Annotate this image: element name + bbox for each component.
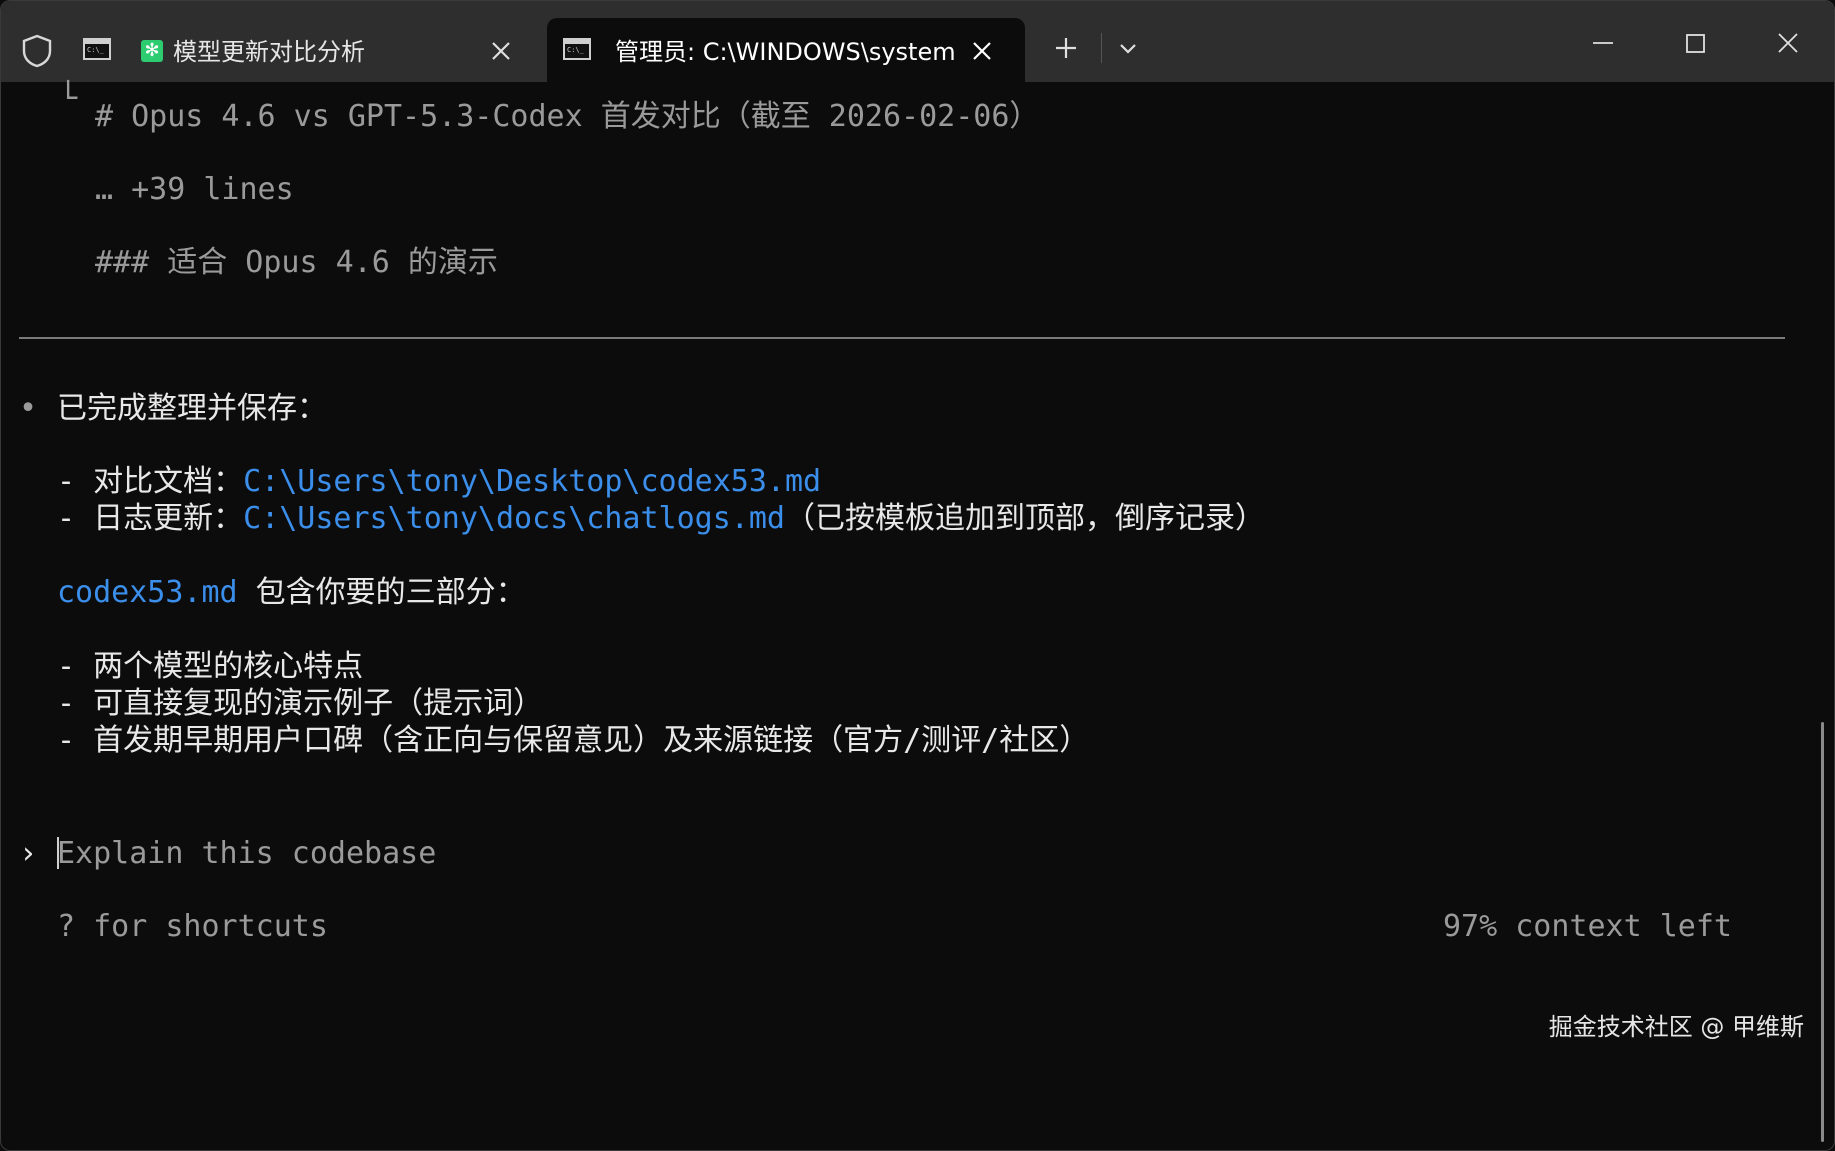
file-summary: codex53.md 包含你要的三部分： (57, 574, 526, 612)
list-item: - 日志更新：C:\Users\tony\docs\chatlogs.md（已按… (57, 500, 1265, 538)
list-item-label: - 日志更新： (57, 501, 244, 536)
prompt-caret: › (19, 836, 38, 871)
list-item: - 两个模型的核心特点 (57, 649, 364, 684)
tab-title: 模型更新对比分析 (173, 38, 365, 66)
terminal-icon: C:\_ (563, 38, 591, 60)
file-path-link[interactable]: C:\Users\tony\Desktop\codex53.md (243, 464, 821, 499)
divider (1101, 33, 1102, 63)
minimize-icon[interactable] (1581, 23, 1625, 63)
svg-text:C:\_: C:\_ (87, 46, 105, 54)
context-remaining: 97% context left (1443, 909, 1732, 944)
scrollbar[interactable] (1821, 722, 1824, 1142)
close-tab-icon[interactable] (965, 34, 999, 68)
prompt-input[interactable]: Explain this codebase (57, 835, 436, 873)
file-description: 包含你要的三部分： (237, 575, 526, 610)
watermark: 掘金技术社区 @ 甲维斯 (1548, 1013, 1804, 1041)
terminal-window: C:\_ ✻ 模型更新对比分析 C:\_ 管理员: C:\WINDOWS\sys… (0, 0, 1835, 1151)
terminal-output[interactable]: └ # Opus 4.6 vs GPT-5.3-Codex 首发对比（截至 20… (1, 81, 1834, 1150)
file-path-link[interactable]: C:\Users\tony\docs\chatlogs.md (243, 501, 785, 536)
tab-title: 管理员: C:\WINDOWS\system (615, 38, 956, 66)
svg-text:C:\_: C:\_ (567, 46, 585, 54)
list-item: - 可直接复现的演示例子（提示词） (57, 686, 544, 721)
new-tab-icon[interactable] (1049, 31, 1083, 65)
divider (19, 337, 1785, 339)
list-item: - 首发期早期用户口碑（含正向与保留意见）及来源链接（官方/测评/社区） (57, 723, 1090, 758)
chevron-down-icon[interactable] (1111, 31, 1145, 65)
file-name[interactable]: codex53.md (57, 575, 238, 610)
status-icon: ✻ (141, 40, 163, 62)
shortcuts-hint: ? for shortcuts (57, 909, 328, 944)
tab-model-comparison[interactable]: C:\_ ✻ 模型更新对比分析 (71, 18, 541, 82)
prompt-placeholder: Explain this codebase (57, 836, 437, 871)
maximize-icon[interactable] (1673, 23, 1717, 63)
tree-connector: └ (59, 81, 78, 116)
output-subheading: ### 适合 Opus 4.6 的演示 (95, 245, 498, 280)
title-bar: C:\_ ✻ 模型更新对比分析 C:\_ 管理员: C:\WINDOWS\sys… (1, 1, 1834, 82)
response-intro: 已完成整理并保存： (57, 391, 327, 426)
terminal-icon: C:\_ (83, 38, 111, 60)
close-icon[interactable] (1766, 23, 1810, 63)
close-tab-icon[interactable] (484, 34, 518, 68)
collapsed-lines[interactable]: … +39 lines (95, 171, 294, 209)
list-item: - 对比文档：C:\Users\tony\Desktop\codex53.md (57, 463, 821, 501)
shield-icon[interactable] (21, 34, 53, 68)
list-item-note: （已按模板追加到顶部，倒序记录） (784, 501, 1265, 536)
output-heading: # Opus 4.6 vs GPT-5.3-Codex 首发对比（截至 2026… (95, 99, 1040, 134)
list-item-label: - 对比文档： (57, 464, 244, 499)
tab-admin-system[interactable]: C:\_ 管理员: C:\WINDOWS\system (547, 18, 1025, 82)
bullet: • (19, 391, 38, 426)
